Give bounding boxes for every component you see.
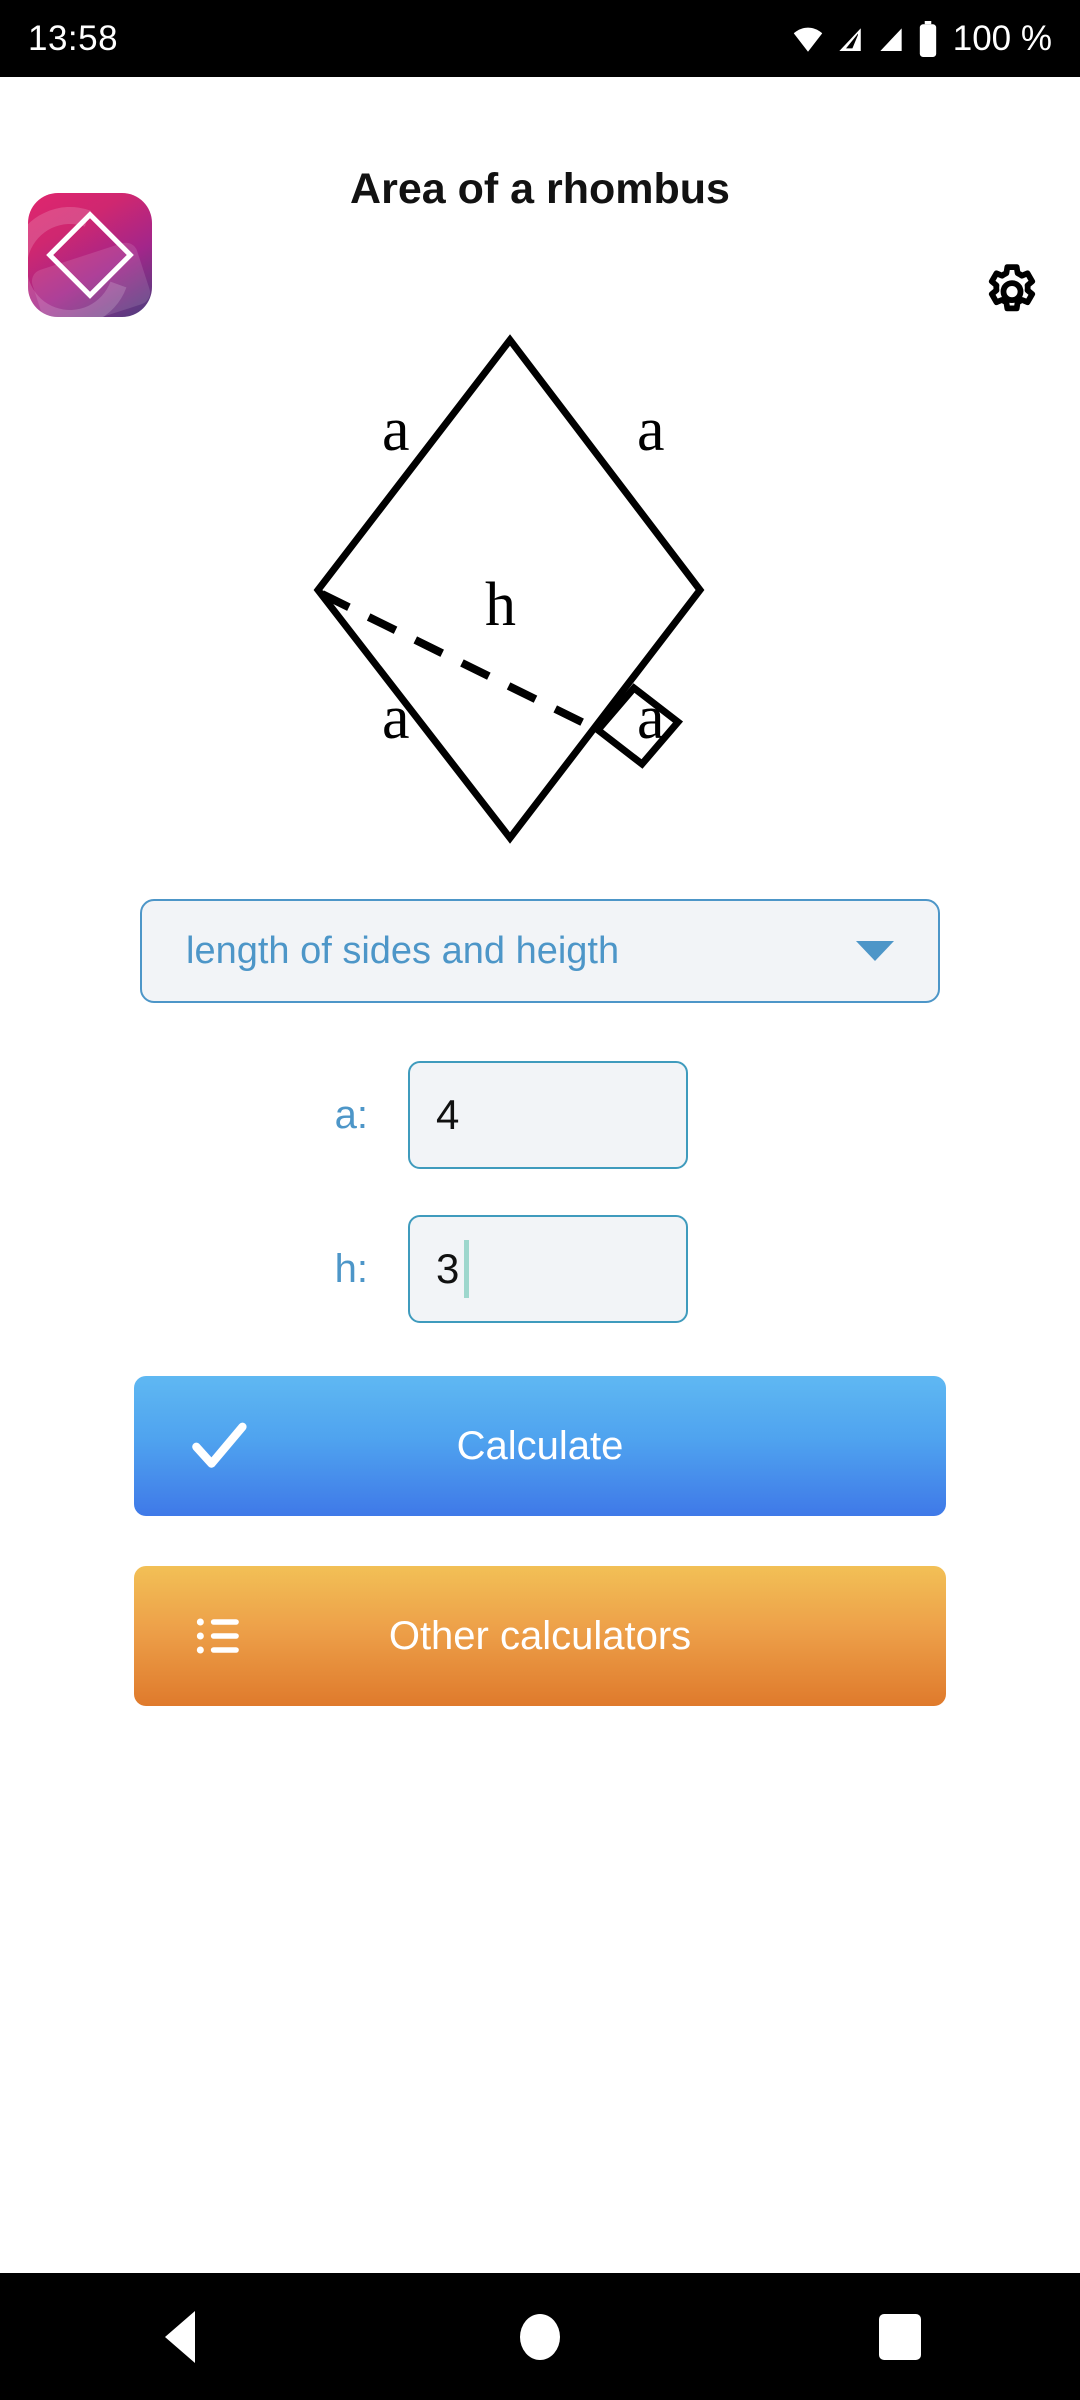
side-a-input[interactable]: 4: [408, 1061, 688, 1169]
list-icon-wrap: [134, 1608, 304, 1664]
recents-icon: [879, 2313, 921, 2360]
height-label: h: [485, 571, 516, 639]
calculate-button[interactable]: Calculate: [134, 1376, 946, 1516]
other-calculators-button-label: Other calculators: [388, 1613, 692, 1658]
height-h-value: 3: [436, 1245, 460, 1292]
check-icon: [192, 1422, 247, 1468]
back-icon: [165, 2310, 195, 2363]
side-label-top-right: a: [637, 396, 665, 464]
app-screen: 13:58 100 % Area of a rhombus a a a a h …: [0, 0, 1080, 2400]
battery-icon: [919, 20, 936, 57]
android-nav-bar: [0, 2273, 1080, 2400]
other-calculators-button[interactable]: Other calculators: [134, 1566, 946, 1706]
calculation-mode-select[interactable]: length of sides and heigth: [140, 899, 940, 1003]
text-cursor: [464, 1240, 470, 1298]
nav-home-button[interactable]: [450, 2273, 630, 2400]
signal-icon: [839, 27, 861, 51]
height-dashed-line: [320, 590, 600, 734]
signal-icon: [880, 27, 902, 51]
check-icon-wrap: [134, 1414, 304, 1478]
calculate-button-label: Calculate: [456, 1423, 624, 1468]
calculation-mode-value: length of sides and heigth: [186, 929, 620, 972]
side-label-bottom-right: a: [637, 684, 665, 752]
home-icon: [520, 2313, 560, 2360]
settings-button[interactable]: [976, 257, 1048, 329]
list-icon: [196, 1618, 239, 1654]
height-h-input[interactable]: 3: [408, 1215, 688, 1323]
nav-recents-button[interactable]: [810, 2273, 990, 2400]
field-row: h: 3: [0, 1215, 1080, 1323]
status-indicators: 100 %: [791, 19, 1052, 59]
side-label-bottom-left: a: [382, 684, 410, 752]
page-title: Area of a rhombus: [350, 165, 730, 213]
app-header: Area of a rhombus: [0, 77, 1080, 317]
side-a-value: 4: [436, 1091, 460, 1138]
gear-icon: [988, 264, 1036, 312]
rhombus-figure: a a a a h: [313, 334, 705, 844]
status-bar: 13:58 100 %: [0, 0, 1080, 77]
rhombus-diagram: a a a a h: [0, 330, 1080, 870]
nav-back-button[interactable]: [90, 2273, 270, 2400]
status-clock: 13:58: [28, 18, 119, 58]
battery-percent: 100 %: [952, 18, 1052, 58]
chevron-down-icon: [856, 941, 894, 961]
field-row: a: 4: [0, 1061, 1080, 1169]
wifi-icon: [793, 27, 822, 52]
field-label-h: h:: [334, 1246, 368, 1291]
side-label-top-left: a: [382, 396, 410, 464]
field-label-a: a:: [334, 1092, 368, 1137]
